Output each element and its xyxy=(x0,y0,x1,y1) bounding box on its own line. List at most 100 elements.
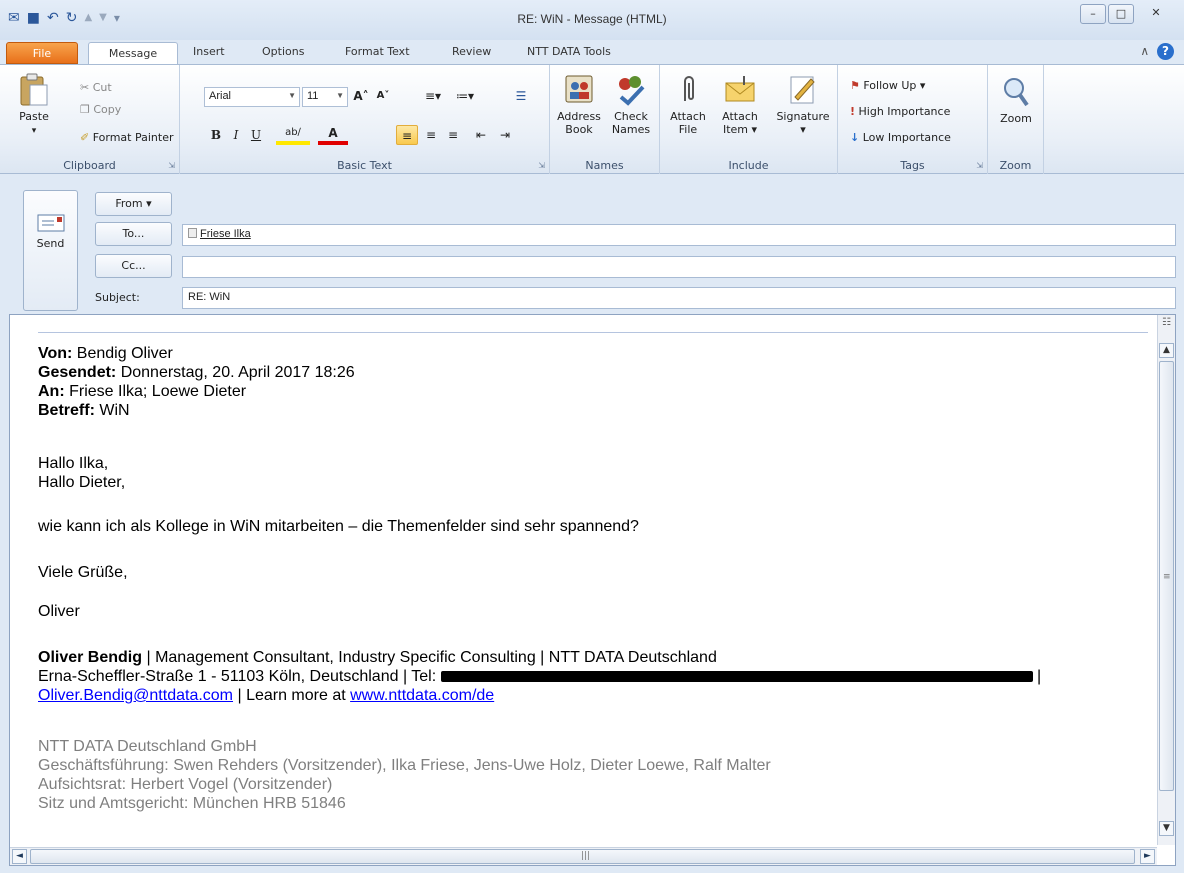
align-left-icon[interactable]: ≡ xyxy=(396,125,418,145)
flag-icon: ⚑ xyxy=(850,79,860,92)
low-importance-button[interactable]: ↓ Low Importance xyxy=(850,131,951,144)
exclamation-icon: ! xyxy=(850,105,856,118)
tab-message[interactable]: Message xyxy=(88,42,178,65)
paste-button[interactable]: Paste ▾ xyxy=(12,73,56,138)
email-link[interactable]: Oliver.Bendig@nttdata.com xyxy=(38,687,233,704)
to-recipient[interactable]: Friese Ilka xyxy=(200,228,251,240)
high-importance-button[interactable]: ! High Importance xyxy=(850,105,950,118)
follow-up-button[interactable]: ⚑ Follow Up ▾ xyxy=(850,79,925,92)
highlight-button[interactable]: ab∕ xyxy=(276,125,310,145)
close-button[interactable]: ✕ xyxy=(1136,4,1176,24)
greeting-line-1: Hallo Ilka, xyxy=(38,455,109,472)
von-label: Von: xyxy=(38,345,73,362)
increase-indent-icon[interactable]: ⇥ xyxy=(494,125,516,145)
low-importance-label: Low Importance xyxy=(862,131,951,144)
clipboard-launcher-icon[interactable]: ⇲ xyxy=(168,161,175,170)
message-content[interactable]: Von: Bendig Oliver Gesendet: Donnerstag,… xyxy=(38,315,1148,835)
attach-item-button[interactable]: Attach Item ▾ xyxy=(712,73,768,136)
font-size-select[interactable]: 11 ▼ xyxy=(302,87,348,107)
basic-text-group: Arial ▼ 11 ▼ A˄ A˅ ≡▾ ≔▾ ☰ B I U ab∕ A ≡… xyxy=(180,65,550,174)
paperclip-icon xyxy=(684,76,694,101)
contact-card-icon xyxy=(188,228,197,238)
help-icon[interactable]: ? xyxy=(1157,43,1174,60)
signature-name: Oliver Bendig xyxy=(38,649,143,666)
font-size-value: 11 xyxy=(307,90,319,102)
tab-insert[interactable]: Insert xyxy=(193,45,225,58)
minimize-button[interactable]: – xyxy=(1080,4,1106,24)
ribbon-tabs: File Message Insert Options Format Text … xyxy=(0,40,1184,65)
tags-group: ⚑ Follow Up ▾ ! High Importance ↓ Low Im… xyxy=(838,65,988,174)
font-color-button[interactable]: A xyxy=(318,125,348,145)
follow-up-label: Follow Up ▾ xyxy=(863,79,926,92)
zoom-group-label: Zoom xyxy=(999,159,1032,172)
copy-button[interactable]: ❐ Copy xyxy=(80,103,121,116)
tab-format-text[interactable]: Format Text xyxy=(345,45,410,58)
italic-button[interactable]: I xyxy=(228,125,244,145)
scroll-down-icon[interactable]: ▼ xyxy=(1159,821,1174,836)
redaction-bar xyxy=(440,671,1033,683)
align-right-icon[interactable]: ≡ xyxy=(442,125,464,145)
cc-button[interactable]: Cc... xyxy=(95,254,172,278)
check-names-button[interactable]: Check Names xyxy=(606,73,656,136)
shrink-font-button[interactable]: A˅ xyxy=(374,86,392,106)
attach-file-button[interactable]: Attach File xyxy=(666,73,710,136)
website-link[interactable]: www.nttdata.com/de xyxy=(350,687,494,704)
minimize-ribbon-icon[interactable]: ∧ xyxy=(1140,44,1149,58)
bullets-icon[interactable]: ≡▾ xyxy=(420,86,446,106)
sent-line: Gesendet: Donnerstag, 20. April 2017 18:… xyxy=(38,363,355,382)
paste-dropdown-icon[interactable]: ▾ xyxy=(32,126,37,136)
to-button[interactable]: To... xyxy=(95,222,172,246)
company-management: Geschäftsführung: Swen Rehders (Vorsitze… xyxy=(38,757,771,774)
bold-button[interactable]: B xyxy=(208,125,224,145)
message-body[interactable]: Von: Bendig Oliver Gesendet: Donnerstag,… xyxy=(9,314,1176,866)
tab-review[interactable]: Review xyxy=(452,45,491,58)
zoom-label: Zoom xyxy=(1000,112,1032,125)
paste-label: Paste xyxy=(19,110,49,123)
paste-icon xyxy=(20,73,48,106)
envelope-icon xyxy=(725,76,755,102)
an-label: An: xyxy=(38,383,65,400)
scroll-up-icon[interactable]: ▲ xyxy=(1159,343,1174,358)
send-icon xyxy=(37,214,64,232)
signature-button[interactable]: Signature ▾ xyxy=(770,73,836,136)
include-group: Attach File Attach Item ▾ Signature ▾ In… xyxy=(660,65,838,174)
subject-field[interactable]: RE: WiN xyxy=(182,287,1176,309)
subject-line: Betreff: WiN xyxy=(38,401,130,420)
tags-launcher-icon[interactable]: ⇲ xyxy=(976,161,983,170)
align-center-icon[interactable]: ≡ xyxy=(420,125,442,145)
scroll-left-icon[interactable]: ◄ xyxy=(12,849,27,864)
cut-button[interactable]: ✂ Cut xyxy=(80,81,112,94)
address-book-label: Address Book xyxy=(557,110,601,136)
underline-button[interactable]: U xyxy=(248,125,264,145)
zoom-button[interactable]: Zoom xyxy=(994,75,1038,125)
attach-item-label: Attach Item ▾ xyxy=(722,110,758,136)
to-field[interactable]: Friese Ilka xyxy=(182,224,1176,246)
view-toggle-icon[interactable]: ☷ xyxy=(1159,317,1174,332)
grow-font-button[interactable]: A˄ xyxy=(352,86,370,106)
format-painter-button[interactable]: ✐ Format Painter xyxy=(80,131,174,144)
maximize-button[interactable]: □ xyxy=(1108,4,1134,24)
address-book-button[interactable]: Address Book xyxy=(554,73,604,136)
format-painter-label: Format Painter xyxy=(92,131,174,144)
decrease-indent-icon[interactable]: ⇤ xyxy=(470,125,492,145)
numbering-icon[interactable]: ≔▾ xyxy=(452,86,478,106)
include-group-label: Include xyxy=(728,159,769,172)
send-button[interactable]: Send xyxy=(23,190,78,311)
styles-icon[interactable]: ☰ xyxy=(510,86,532,106)
horizontal-scroll-thumb[interactable]: ||| xyxy=(30,849,1135,864)
von-value: Bendig Oliver xyxy=(72,345,173,362)
basic-text-launcher-icon[interactable]: ⇲ xyxy=(538,161,545,170)
address-book-icon xyxy=(565,75,593,103)
scroll-right-icon[interactable]: ► xyxy=(1140,849,1155,864)
horizontal-scrollbar[interactable]: ◄ ||| ► xyxy=(10,847,1157,865)
tab-ntt-data-tools[interactable]: NTT DATA Tools xyxy=(527,45,611,58)
font-family-select[interactable]: Arial ▼ xyxy=(204,87,300,107)
vertical-scrollbar[interactable]: ☷ ▲ ≡ ▼ xyxy=(1157,315,1175,845)
cc-field[interactable] xyxy=(182,256,1176,278)
tab-file[interactable]: File xyxy=(6,42,78,64)
brush-icon: ✐ xyxy=(80,131,90,144)
vertical-scroll-thumb[interactable]: ≡ xyxy=(1159,361,1174,791)
from-button[interactable]: From ▾ xyxy=(95,192,172,216)
tab-options[interactable]: Options xyxy=(262,45,304,58)
an-value: Friese Ilka; Loewe Dieter xyxy=(64,383,247,400)
